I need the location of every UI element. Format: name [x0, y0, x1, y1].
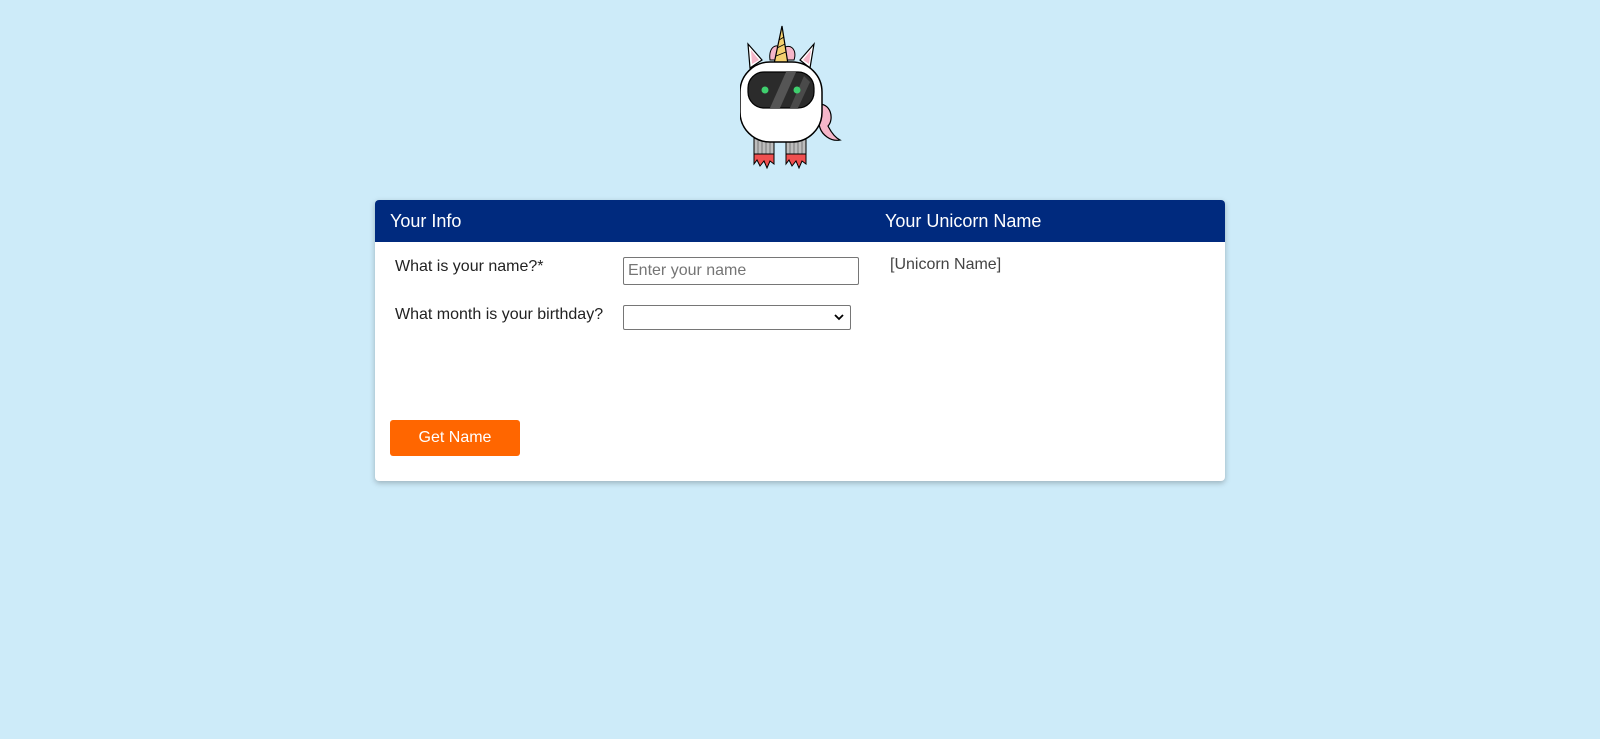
unicorn-name-result: [Unicorn Name]: [890, 256, 1002, 273]
your-info-heading: Your Info: [390, 211, 462, 231]
name-input[interactable]: [623, 257, 859, 285]
unicorn-robot-icon: [739, 24, 856, 174]
chevron-down-icon: [834, 314, 844, 321]
get-name-button[interactable]: Get Name: [390, 420, 520, 456]
birthday-month-select[interactable]: [623, 305, 851, 330]
your-unicorn-name-heading: Your Unicorn Name: [885, 211, 1042, 231]
name-label: What is your name?*: [395, 258, 544, 275]
birthday-month-label: What month is your birthday?: [395, 306, 604, 323]
card-header: Your Info Your Unicorn Name: [375, 200, 1225, 242]
unicorn-name-card: Your Info Your Unicorn Name What is your…: [375, 200, 1225, 481]
